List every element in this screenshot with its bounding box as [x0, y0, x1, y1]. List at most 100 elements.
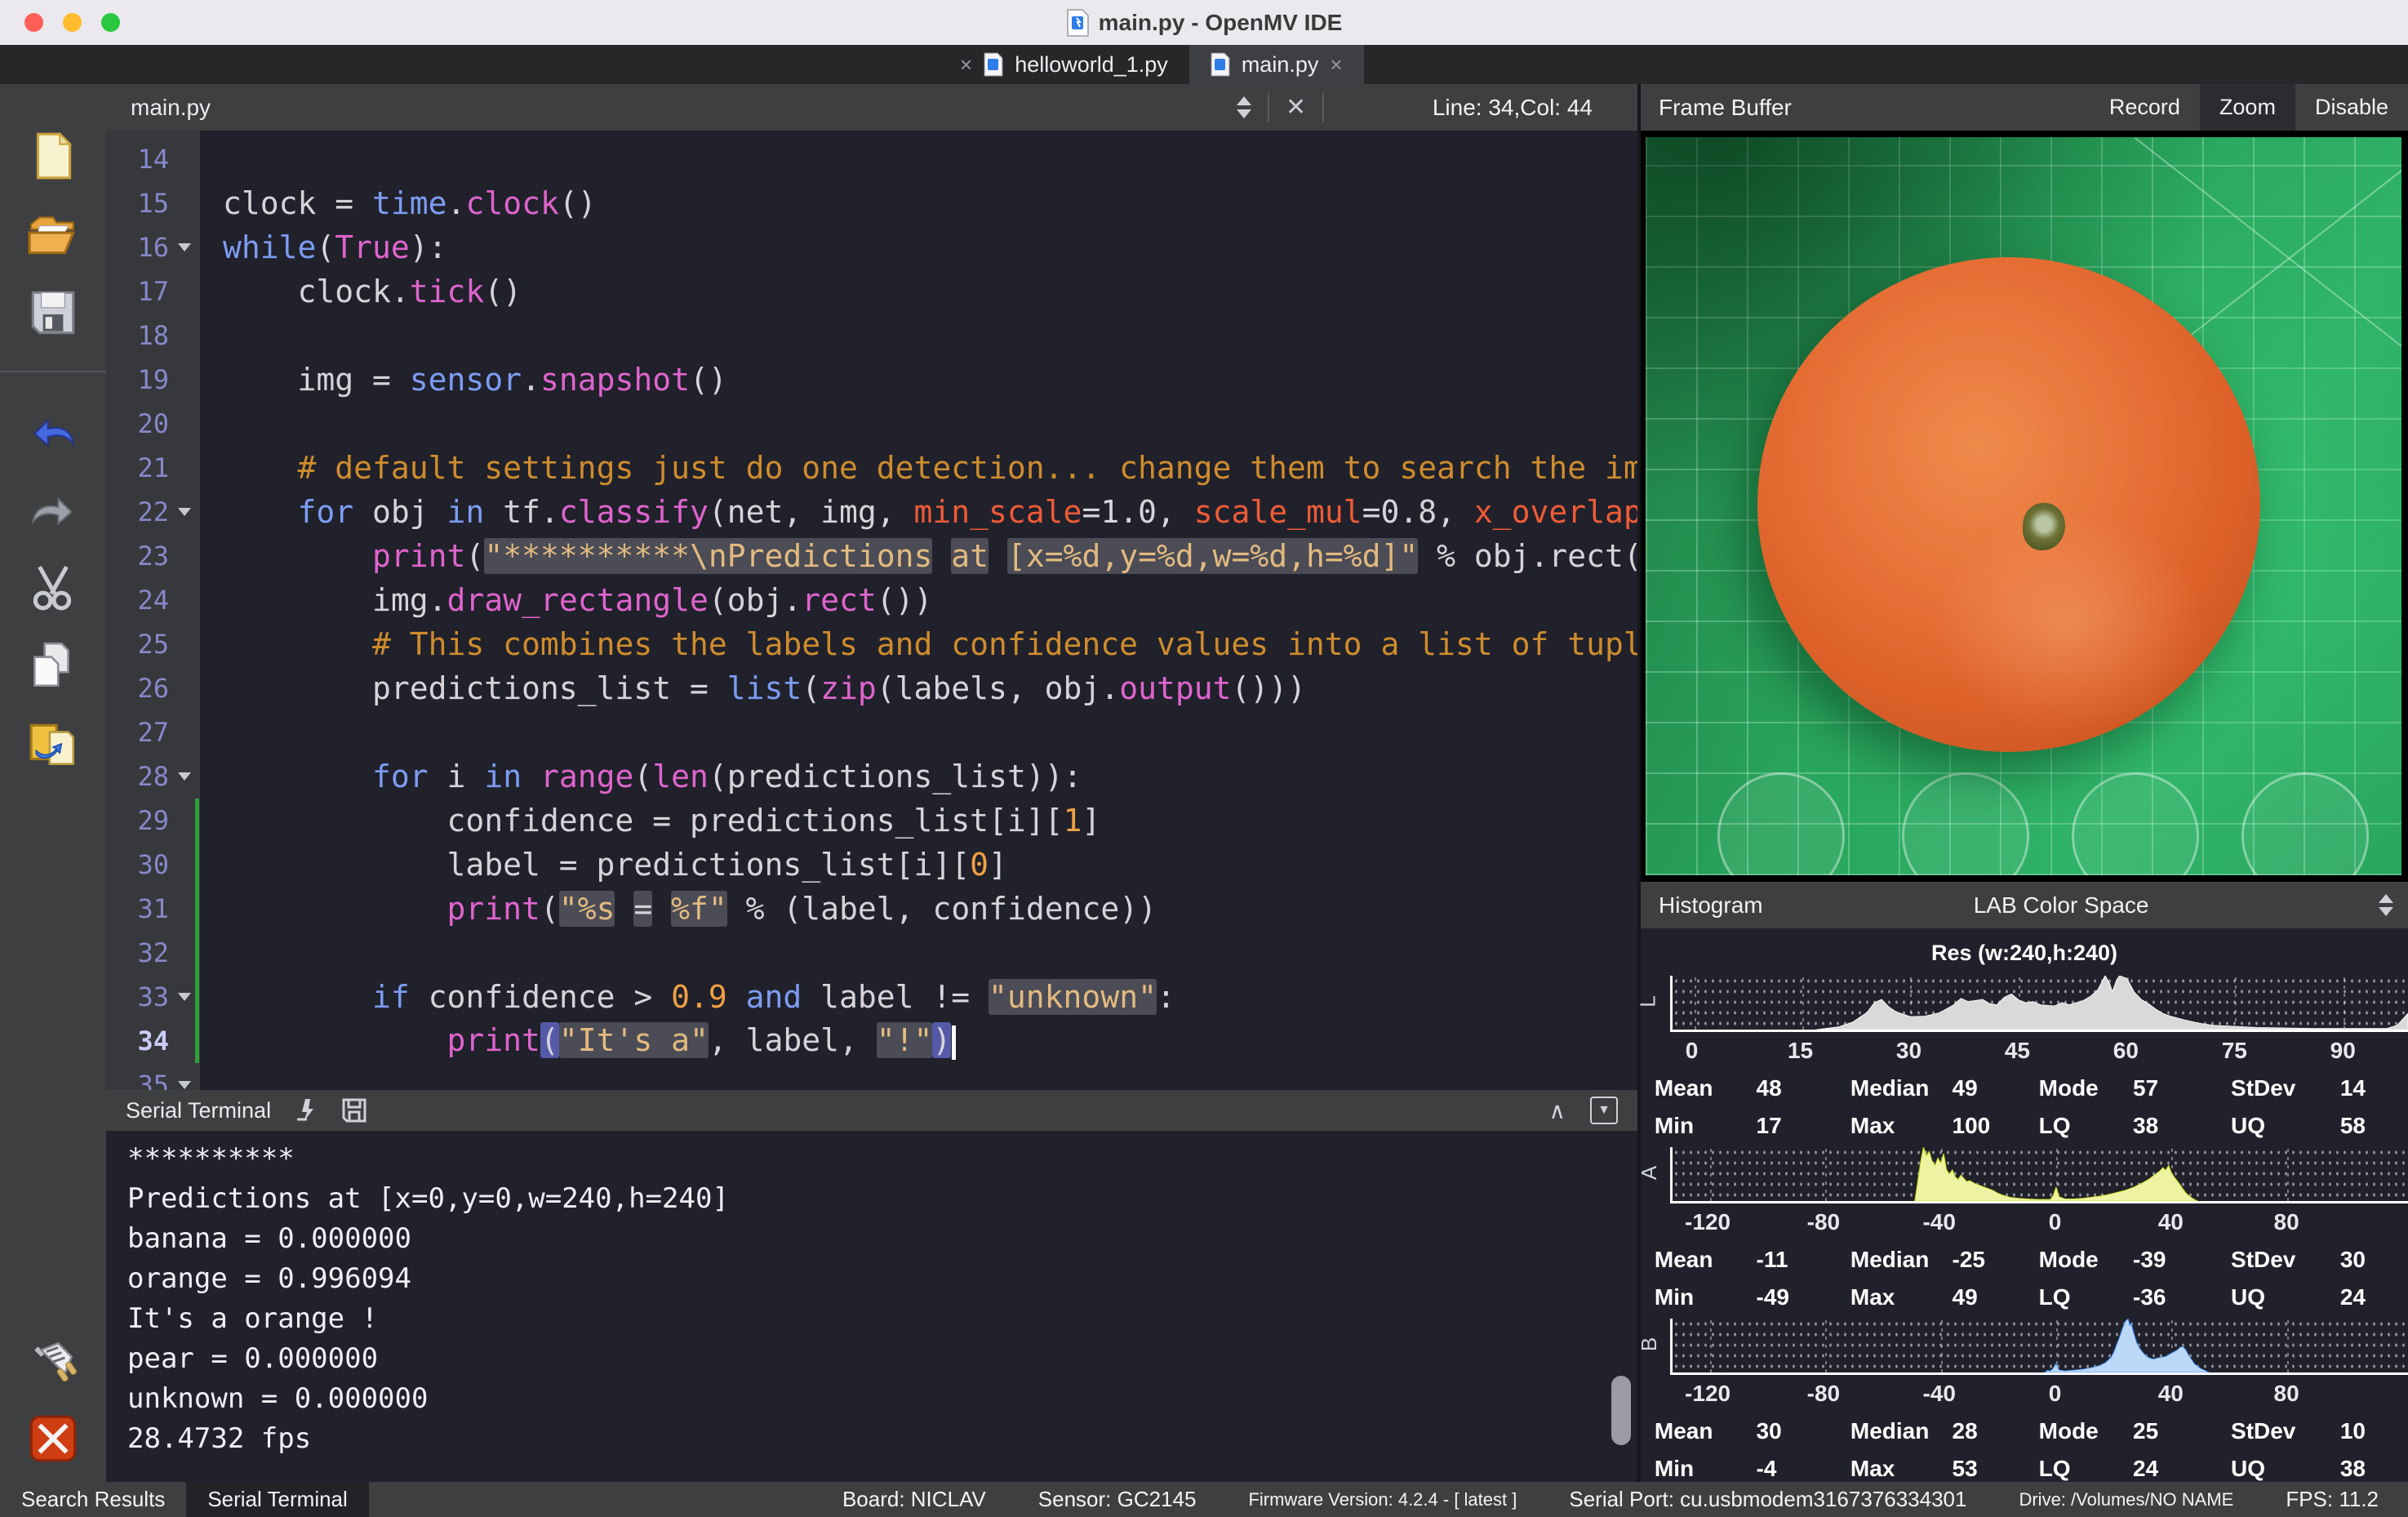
open-file-button[interactable]	[26, 207, 80, 261]
code-line[interactable]: 19 img = sensor.snapshot()	[106, 358, 1637, 402]
collapse-panel-icon[interactable]: ∧	[1549, 1097, 1566, 1124]
close-editor-icon[interactable]: ✕	[1286, 93, 1306, 122]
colorspace-spinner[interactable]	[2379, 894, 2393, 916]
line-number: 24	[106, 585, 169, 616]
code-text: confidence = predictions_list[i][1]	[200, 803, 1100, 839]
copy-button[interactable]	[26, 638, 80, 692]
zoom-button[interactable]: Zoom	[2200, 84, 2295, 131]
code-line[interactable]: 17 clock.tick()	[106, 269, 1637, 314]
serial-output-line: **********	[127, 1139, 1637, 1179]
undo-button[interactable]	[26, 403, 80, 457]
serial-terminal-output[interactable]: **********Predictions at [x=0,y=0,w=240,…	[106, 1131, 1637, 1482]
colorspace-selector[interactable]: LAB Color Space	[1974, 892, 2149, 919]
code-text: clock.tick()	[200, 274, 522, 309]
fold-arrow-icon[interactable]	[169, 243, 200, 251]
code-line[interactable]: 34 print("It's a", label, "!")	[106, 1019, 1637, 1063]
line-number: 28	[106, 761, 169, 792]
toolbar-sidebar	[0, 84, 106, 1482]
search-results-tab[interactable]: Search Results	[0, 1482, 186, 1517]
disable-button[interactable]: Disable	[2295, 84, 2408, 131]
stat-value: 24	[2340, 1284, 2408, 1310]
fold-arrow-icon[interactable]	[169, 772, 200, 781]
stat-label: Max	[1850, 1456, 1953, 1482]
record-button[interactable]: Record	[2090, 84, 2200, 131]
clear-terminal-icon[interactable]	[294, 1097, 322, 1124]
code-editor[interactable]: 14 15clock = time.clock()16while(True):17…	[106, 131, 1637, 1090]
code-line[interactable]: 25 # This combines the labels and confid…	[106, 622, 1637, 666]
python-file-icon	[1211, 52, 1230, 77]
code-line[interactable]: 23 print("**********\nPredictions at [x=…	[106, 534, 1637, 578]
serial-output-line: 28.4732 fps	[127, 1419, 1637, 1459]
tick-label: 30	[1896, 1038, 1922, 1064]
x-axis-ticks: -120-80-4004080	[1670, 1381, 2408, 1410]
serial-output-line: It's a orange !	[127, 1299, 1637, 1339]
code-line[interactable]: 30 label = predictions_list[i][0]	[106, 843, 1637, 887]
stats-row: Min17Max100LQ38UQ58	[1641, 1113, 2408, 1139]
line-number: 26	[106, 673, 169, 704]
serial-terminal-tab[interactable]: Serial Terminal	[186, 1482, 368, 1517]
tab-main[interactable]: main.py ×	[1189, 45, 1364, 84]
paste-button[interactable]	[26, 717, 80, 771]
stop-script-button[interactable]	[26, 1412, 80, 1466]
save-file-button[interactable]	[26, 286, 80, 340]
code-line[interactable]: 24 img.draw_rectangle(obj.rect())	[106, 578, 1637, 622]
stat-value: 53	[1953, 1456, 2039, 1482]
stat-label: UQ	[2231, 1456, 2340, 1482]
code-line[interactable]: 15clock = time.clock()	[106, 181, 1637, 225]
serial-scrollbar-thumb[interactable]	[1611, 1376, 1631, 1445]
connect-button[interactable]	[26, 1337, 80, 1390]
code-line[interactable]: 21 # default settings just do one detect…	[106, 446, 1637, 490]
line-number: 14	[106, 144, 169, 175]
code-line[interactable]: 28 for i in range(len(predictions_list))…	[106, 754, 1637, 799]
code-line[interactable]: 22 for obj in tf.classify(net, img, min_…	[106, 490, 1637, 534]
open-file-selector[interactable]: main.py	[131, 95, 211, 121]
redo-button[interactable]	[26, 482, 80, 536]
close-window-button[interactable]	[24, 13, 43, 32]
orange-fruit	[1757, 257, 2260, 752]
tick-label: 0	[1686, 1038, 1699, 1064]
channel-label: B	[1637, 1337, 1662, 1351]
line-number: 34	[106, 1025, 169, 1057]
minimize-window-button[interactable]	[63, 13, 82, 32]
zoom-window-button[interactable]	[101, 13, 120, 32]
new-file-button[interactable]	[26, 129, 80, 183]
code-line[interactable]: 16while(True):	[106, 225, 1637, 269]
fold-arrow-icon[interactable]	[169, 508, 200, 516]
macos-titlebar: main.py - OpenMV IDE	[0, 0, 2408, 45]
code-line[interactable]: 20	[106, 402, 1637, 446]
stat-value: 10	[2340, 1418, 2408, 1444]
fps-indicator: FPS: 11.2	[2286, 1487, 2379, 1512]
close-tab-icon[interactable]: ×	[1330, 52, 1342, 78]
code-line[interactable]: 33 if confidence > 0.9 and label != "unk…	[106, 975, 1637, 1019]
line-number: 31	[106, 893, 169, 924]
stat-value: -11	[1757, 1247, 1850, 1273]
file-switch-spinner[interactable]	[1237, 96, 1251, 118]
fold-arrow-icon[interactable]	[169, 1081, 200, 1089]
stats-row: Mean-11Median-25Mode-39StDev30	[1641, 1247, 2408, 1273]
sensor-status: Sensor: GC2145	[1038, 1487, 1197, 1512]
line-number: 19	[106, 364, 169, 395]
stat-value: 24	[2133, 1456, 2231, 1482]
dock-panel-icon[interactable]: ▼	[1590, 1097, 1618, 1124]
code-line[interactable]: 29 confidence = predictions_list[i][1]	[106, 799, 1637, 843]
code-line[interactable]: 31 print("%s = %f" % (label, confidence)…	[106, 887, 1637, 931]
tab-helloworld[interactable]: × helloworld_1.py	[939, 45, 1189, 84]
close-tab-icon[interactable]: ×	[960, 52, 972, 78]
file-icon	[1066, 9, 1089, 37]
code-line[interactable]: 27	[106, 710, 1637, 754]
resolution-label: Res (w:240,h:240)	[1641, 935, 2408, 971]
code-line[interactable]: 32	[106, 931, 1637, 975]
line-number: 25	[106, 629, 169, 660]
stat-label: Mean	[1655, 1418, 1757, 1444]
tick-label: 75	[2222, 1038, 2247, 1064]
save-log-icon[interactable]	[341, 1097, 367, 1123]
code-line[interactable]: 26 predictions_list = list(zip(labels, o…	[106, 666, 1637, 710]
code-line[interactable]: 35	[106, 1063, 1637, 1090]
cut-button[interactable]	[26, 560, 80, 614]
stat-label: Max	[1850, 1113, 1953, 1139]
openmv-ide-window: main.py - OpenMV IDE × helloworld_1.py m…	[0, 0, 2408, 1517]
code-line[interactable]: 18	[106, 314, 1637, 358]
code-line[interactable]: 14	[106, 137, 1637, 181]
stat-label: Min	[1655, 1284, 1757, 1310]
stat-value: -39	[2133, 1247, 2231, 1273]
